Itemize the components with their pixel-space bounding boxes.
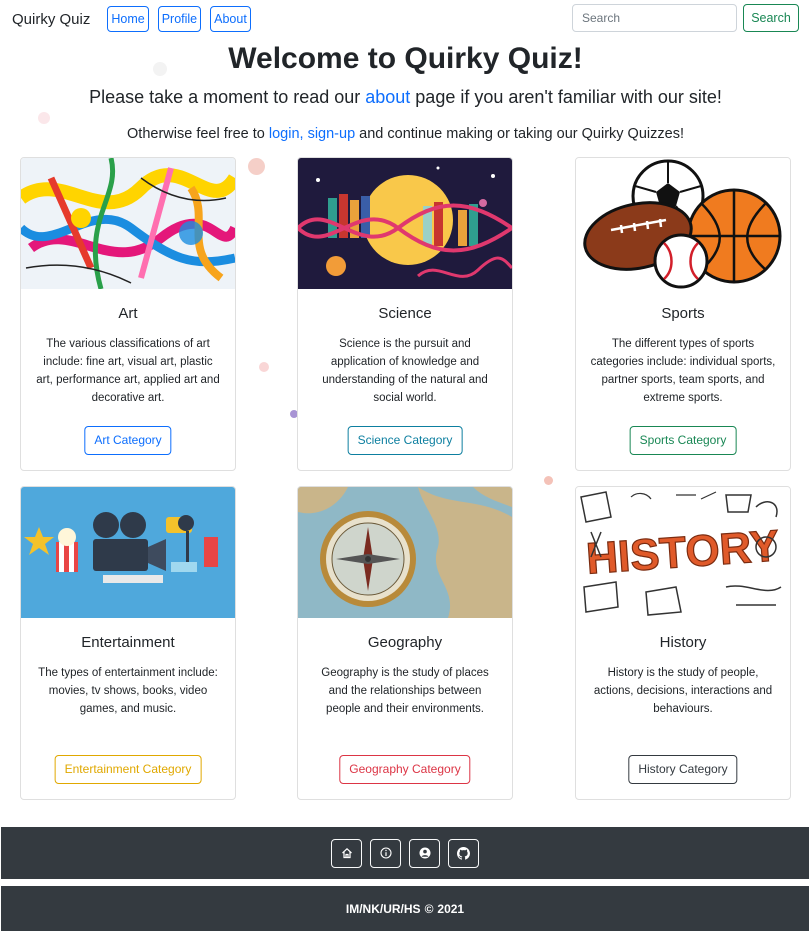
- comma-separator: ,: [299, 126, 308, 142]
- search-input[interactable]: [572, 4, 737, 32]
- category-card-sports: Sports The different types of sports cat…: [575, 157, 791, 471]
- copyright-year: 2021: [437, 901, 465, 916]
- signup-link[interactable]: sign-up: [308, 126, 356, 142]
- search-button[interactable]: Search: [743, 4, 799, 32]
- info-icon[interactable]: [370, 838, 401, 868]
- search-form: Search: [572, 4, 799, 32]
- nav-about-button[interactable]: About: [210, 6, 251, 32]
- science-category-button[interactable]: Science Category: [347, 426, 463, 455]
- category-card-history: HISTORY History History is the study of …: [575, 486, 791, 800]
- copyright-icon: ©: [424, 901, 434, 916]
- category-card-art: Art The various classifications of art i…: [20, 157, 236, 471]
- category-card-science: Science Science is the pursuit and appli…: [297, 157, 513, 471]
- card-description: Geography is the study of places and the…: [321, 667, 489, 715]
- science-image: [298, 158, 512, 289]
- compass-map-image: [298, 487, 512, 618]
- card-description: Science is the pursuit and application o…: [322, 338, 488, 404]
- login-link[interactable]: login: [269, 126, 300, 142]
- history-doodle-image: HISTORY: [576, 487, 790, 618]
- card-title: Art: [118, 305, 138, 322]
- card-description: History is the study of people, actions,…: [593, 667, 773, 715]
- category-card-entertainment: Entertainment The types of entertainment…: [20, 486, 236, 800]
- card-title: Entertainment: [81, 634, 175, 651]
- footer-icon-bar: [1, 827, 809, 879]
- auth-text: Otherwise feel free to: [127, 126, 269, 142]
- intro-line: Please take a moment to read our about p…: [0, 87, 811, 108]
- copyright-authors: IM/NK/UR/HS: [345, 901, 421, 916]
- card-title: Sports: [661, 305, 705, 322]
- sports-balls-image: [576, 158, 790, 289]
- card-description: The different types of sports categories…: [590, 338, 776, 404]
- history-category-button[interactable]: History Category: [628, 755, 738, 784]
- art-image: [21, 158, 235, 289]
- page-title: Welcome to Quirky Quiz!: [228, 42, 583, 75]
- nav-profile-button[interactable]: Profile: [157, 6, 202, 32]
- geography-category-button[interactable]: Geography Category: [339, 755, 471, 784]
- about-link[interactable]: about: [365, 87, 410, 107]
- category-card-geography: Geography Geography is the study of plac…: [297, 486, 513, 800]
- decorative-bubble: [248, 158, 265, 175]
- footer-copyright: IM/NK/UR/HS © 2021: [1, 886, 809, 931]
- github-icon[interactable]: [448, 838, 479, 868]
- card-title: Science: [378, 305, 432, 322]
- decorative-bubble: [38, 112, 50, 124]
- entertainment-image: [21, 487, 235, 618]
- card-title: Geography: [367, 634, 443, 651]
- card-description: The types of entertainment include: movi…: [38, 667, 218, 715]
- auth-text: and continue making or taking our Quirky…: [355, 126, 684, 142]
- decorative-bubble: [259, 362, 269, 372]
- navbar: Quirky Quiz Home Profile About Search: [0, 0, 811, 38]
- intro-text: Please take a moment to read our: [89, 87, 366, 107]
- user-icon[interactable]: [409, 838, 440, 868]
- art-category-button[interactable]: Art Category: [84, 426, 172, 455]
- nav-home-button[interactable]: Home: [107, 6, 149, 32]
- home-icon[interactable]: [331, 838, 362, 868]
- auth-line: Otherwise feel free to login, sign-up an…: [0, 126, 811, 142]
- entertainment-category-button[interactable]: Entertainment Category: [54, 755, 202, 784]
- brand-name[interactable]: Quirky Quiz: [12, 11, 90, 28]
- card-description: The various classifications of art inclu…: [36, 338, 220, 404]
- intro-text: page if you aren't familiar with our sit…: [410, 87, 722, 107]
- card-title: History: [659, 634, 707, 651]
- sports-category-button[interactable]: Sports Category: [629, 426, 737, 455]
- decorative-bubble: [544, 476, 553, 485]
